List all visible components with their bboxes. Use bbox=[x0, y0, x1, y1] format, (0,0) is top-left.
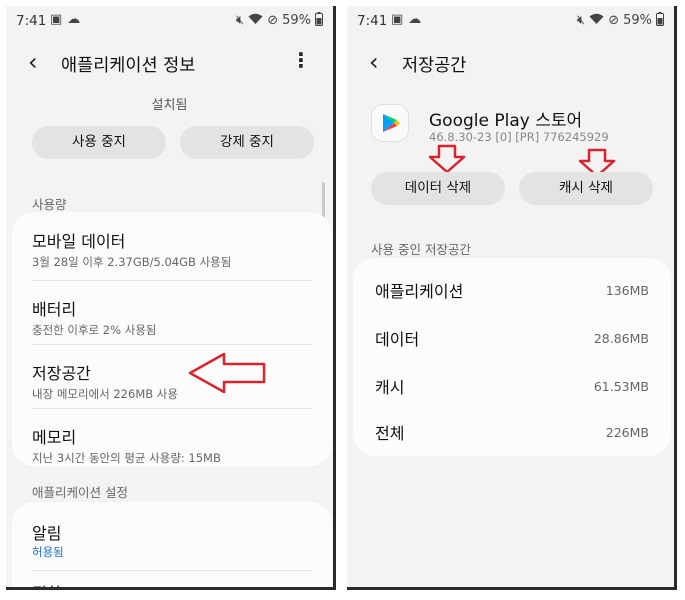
storage-row-application: 애플리케이션 136MB bbox=[353, 258, 671, 308]
clear-cache-button[interactable]: 캐시 삭제 bbox=[519, 172, 653, 205]
usage-row-battery[interactable]: 배터리 충전한 이후로 2% 사용됨 bbox=[12, 280, 332, 344]
battery-icon bbox=[656, 12, 664, 29]
page-title: 애플리케이션 정보 bbox=[61, 56, 196, 76]
storage-label: 데이터 bbox=[375, 330, 420, 349]
row-title: 저장공간 bbox=[32, 364, 91, 383]
back-arrow-icon[interactable]: ‹ bbox=[369, 50, 379, 74]
storage-card: 애플리케이션 136MB 데이터 28.86MB 캐시 61.53MB 전체 2… bbox=[353, 258, 671, 456]
storage-label: 애플리케이션 bbox=[375, 282, 464, 301]
storage-row-cache: 캐시 61.53MB bbox=[353, 356, 671, 404]
usage-row-storage[interactable]: 저장공간 내장 메모리에서 226MB 사용 bbox=[12, 344, 332, 408]
back-arrow-icon[interactable]: ‹ bbox=[28, 50, 38, 74]
clear-data-button[interactable]: 데이터 삭제 bbox=[371, 172, 505, 205]
usage-card: 모바일 데이터 3월 28일 이후 2.37GB/5.04GB 사용됨 배터리 … bbox=[12, 212, 332, 466]
gallery-icon: ▣ bbox=[391, 12, 404, 27]
usage-section-header: 사용량 bbox=[32, 197, 67, 212]
row-subtitle: 충전한 이후로 2% 사용됨 bbox=[32, 323, 157, 337]
wifi-icon bbox=[589, 13, 604, 28]
battery-text: 59% bbox=[623, 13, 652, 28]
do-not-disturb-icon: ⊘ bbox=[267, 13, 279, 28]
usage-row-mobile-data[interactable]: 모바일 데이터 3월 28일 이후 2.37GB/5.04GB 사용됨 bbox=[12, 212, 332, 276]
app-settings-section-header: 애플리케이션 설정 bbox=[32, 485, 128, 500]
storage-label: 캐시 bbox=[375, 378, 405, 397]
page-title: 저장공간 bbox=[402, 56, 467, 76]
storage-row-data: 데이터 28.86MB bbox=[353, 308, 671, 356]
row-title: 권한 bbox=[32, 580, 61, 587]
storage-value: 28.86MB bbox=[593, 331, 649, 346]
row-title: 메모리 bbox=[32, 428, 77, 447]
status-bar: 7:41 ▣ ☁ 🔇︎ ⊘ 59% bbox=[6, 6, 333, 36]
gallery-icon: ▣ bbox=[50, 12, 63, 27]
wifi-icon bbox=[248, 13, 263, 28]
row-title: 배터리 bbox=[32, 300, 77, 319]
settings-row-permissions[interactable]: 권한 bbox=[12, 570, 332, 587]
row-subtitle: 허용됨 bbox=[32, 545, 64, 559]
cloud-icon: ☁ bbox=[67, 12, 81, 27]
storage-value: 226MB bbox=[605, 425, 649, 440]
app-bar: ‹ 저장공간 bbox=[347, 46, 674, 82]
storage-label: 전체 bbox=[375, 424, 405, 443]
battery-icon bbox=[315, 12, 323, 29]
status-bar: 7:41 ▣ ☁ 🔇︎ ⊘ 59% bbox=[347, 6, 674, 36]
annotation-arrow-left bbox=[188, 352, 266, 394]
settings-card: 알림 허용됨 권한 bbox=[12, 502, 332, 587]
app-name: Google Play 스토어 bbox=[429, 111, 583, 131]
status-time: 7:41 bbox=[357, 13, 388, 29]
storage-value: 61.53MB bbox=[593, 379, 649, 394]
force-stop-button[interactable]: 강제 중지 bbox=[180, 126, 314, 159]
annotation-arrow-down bbox=[428, 144, 466, 174]
status-time: 7:41 bbox=[16, 13, 47, 29]
google-play-icon bbox=[371, 104, 409, 142]
storage-screen: 7:41 ▣ ☁ 🔇︎ ⊘ 59% ‹ 저장공간 Google Play 스토어… bbox=[347, 6, 677, 590]
storage-section-header: 사용 중인 저장공간 bbox=[371, 242, 471, 257]
cloud-icon: ☁ bbox=[408, 12, 422, 27]
install-status: 설치됨 bbox=[151, 98, 188, 113]
row-subtitle: 내장 메모리에서 226MB 사용 bbox=[32, 387, 178, 401]
row-subtitle: 3월 28일 이후 2.37GB/5.04GB 사용됨 bbox=[32, 255, 232, 269]
disable-button[interactable]: 사용 중지 bbox=[32, 126, 166, 159]
row-title: 알림 bbox=[32, 524, 62, 543]
usage-row-memory[interactable]: 메모리 지난 3시간 동안의 평균 사용량: 15MB bbox=[12, 408, 332, 466]
settings-row-notifications[interactable]: 알림 허용됨 bbox=[12, 502, 332, 566]
storage-row-total: 전체 226MB bbox=[353, 404, 671, 456]
row-subtitle: 지난 3시간 동안의 평균 사용량: 15MB bbox=[32, 451, 221, 465]
app-bar: ‹ 애플리케이션 정보 ⋮ bbox=[6, 46, 333, 82]
mute-icon: 🔇︎ bbox=[235, 13, 245, 28]
battery-text: 59% bbox=[282, 13, 311, 28]
mute-icon: 🔇︎ bbox=[576, 13, 586, 28]
more-options-icon[interactable]: ⋮ bbox=[291, 50, 311, 70]
app-info-screen: 7:41 ▣ ☁ 🔇︎ ⊘ 59% ‹ 애플리케이션 정보 ⋮ 설치됨 사용 중… bbox=[6, 6, 336, 590]
storage-value: 136MB bbox=[605, 283, 649, 298]
row-title: 모바일 데이터 bbox=[32, 232, 126, 251]
app-version: 46.8.30-23 [0] [PR] 776245929 bbox=[429, 130, 609, 144]
do-not-disturb-icon: ⊘ bbox=[608, 13, 620, 28]
